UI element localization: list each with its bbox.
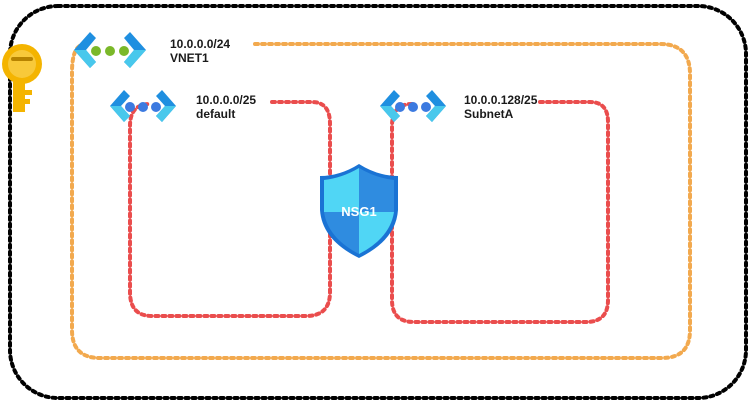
subnet-a-cidr-label: 10.0.0.128/25 bbox=[464, 93, 538, 107]
subnet-icon bbox=[110, 90, 176, 122]
subnet-default-boundary bbox=[128, 100, 332, 318]
vnet-cidr-label: 10.0.0.0/24 bbox=[170, 37, 230, 51]
subnet-default-cidr-label: 10.0.0.0/25 bbox=[196, 93, 256, 107]
network-diagram: 10.0.0.0/24 VNET1 10.0.0.0/25 default 10… bbox=[2, 4, 748, 400]
subnet-a-name-label: SubnetA bbox=[464, 107, 514, 121]
subnet-icon bbox=[380, 90, 446, 122]
nsg-label: NSG1 bbox=[341, 204, 376, 219]
subnet-default-name-label: default bbox=[196, 107, 235, 121]
key-icon bbox=[2, 44, 42, 112]
virtual-network-icon bbox=[74, 32, 146, 68]
subnet-a-boundary bbox=[390, 100, 610, 324]
vnet-name-label: VNET1 bbox=[170, 51, 209, 65]
